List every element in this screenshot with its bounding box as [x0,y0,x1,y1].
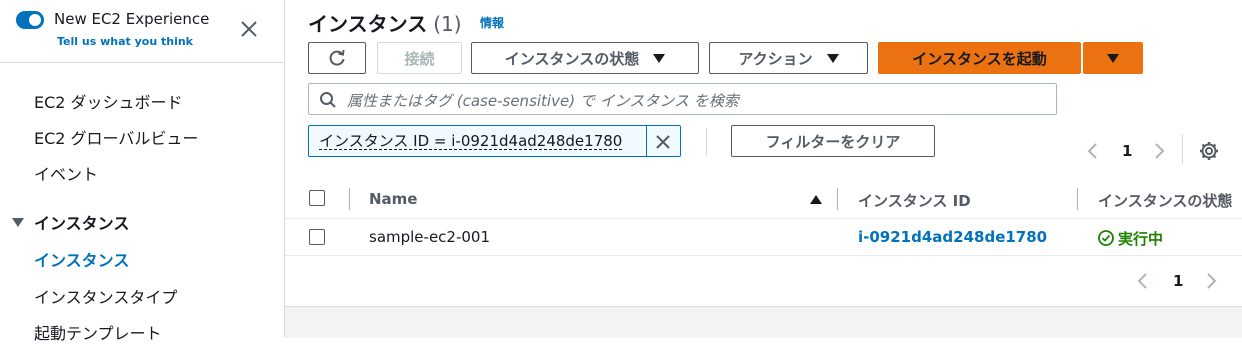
search-input[interactable]: 属性またはタグ (case-sensitive) で インスタンス を検索 [308,83,1057,115]
cell-instance-id-link[interactable]: i-0921d4ad248de1780 [858,228,1047,246]
check-circle-icon [1098,230,1114,246]
table-header: Name インスタンス ID インスタンスの状態 [285,180,1242,219]
token-separator [646,126,647,156]
nav-item-ec2-global-view[interactable]: EC2 グローバルビュー [34,125,198,149]
actions-label: アクション [738,49,813,68]
gear-icon[interactable] [1198,140,1220,162]
launch-instance-button[interactable]: インスタンスを起動 [878,42,1081,74]
select-all-checkbox[interactable] [309,190,325,206]
table-row[interactable]: sample-ec2-001 i-0921d4ad248de1780 実行中 [285,219,1242,256]
toggle-knob [29,14,41,26]
nav-item-instances[interactable]: インスタンス [34,247,129,271]
cell-name: sample-ec2-001 [369,228,491,246]
nav-item-launch-templates[interactable]: 起動テンプレート [34,320,162,344]
search-placeholder: 属性またはタグ (case-sensitive) で インスタンス を検索 [347,92,739,110]
clear-filters-button[interactable]: フィルターをクリア [731,125,935,157]
caret-down-icon [826,53,839,63]
search-icon [320,92,336,108]
connect-button[interactable]: 接続 [377,42,462,74]
page-number-bottom[interactable]: 1 [1173,272,1183,290]
sidebar: New EC2 Experience Tell us what you thin… [0,0,285,343]
nav-group-instances[interactable]: インスタンス [12,210,129,234]
nav-item-instance-types[interactable]: インスタンスタイプ [34,284,177,308]
column-divider [349,188,350,210]
main-content: インスタンス (1) 情報 接続 インスタンスの状態 アクション インスタンスを起… [285,0,1242,338]
column-divider[interactable] [1077,188,1078,210]
remove-filter-icon[interactable] [653,132,673,152]
feedback-link[interactable]: Tell us what you think [57,35,193,48]
refresh-button[interactable] [308,42,366,74]
experience-title: New EC2 Experience [54,10,210,28]
instance-state-dropdown[interactable]: インスタンスの状態 [471,42,699,74]
chevron-left-icon[interactable] [1135,271,1151,291]
page-title-text: インスタンス [308,12,428,36]
pager-divider [1182,134,1183,164]
column-divider[interactable] [837,188,838,210]
chevron-left-icon[interactable] [1085,141,1101,161]
page-number[interactable]: 1 [1122,142,1132,160]
caret-down-icon [12,218,24,227]
caret-down-icon [1107,53,1119,63]
state-text: 実行中 [1118,230,1164,248]
nav-item-ec2-dashboard[interactable]: EC2 ダッシュボード [34,89,183,113]
refresh-icon [329,49,345,66]
page-title: インスタンス (1) [308,8,462,37]
nav-group-label: インスタンス [34,214,130,233]
info-link[interactable]: 情報 [480,14,504,31]
row-checkbox[interactable] [309,229,325,245]
close-icon[interactable] [238,18,260,40]
sidebar-divider [0,62,284,63]
instance-state-label: インスタンスの状態 [504,49,640,68]
column-header-instance-id[interactable]: インスタンス ID [858,190,971,211]
nav-item-events[interactable]: イベント [34,161,98,185]
actions-dropdown[interactable]: アクション [709,42,868,74]
chevron-right-icon[interactable] [1151,141,1167,161]
filter-divider [706,128,707,156]
new-experience-toggle[interactable] [16,11,44,29]
column-header-name[interactable]: Name [369,190,417,208]
caret-down-icon [653,53,666,63]
launch-options-dropdown[interactable] [1083,42,1143,74]
chevron-right-icon[interactable] [1203,271,1219,291]
instance-count: (1) [433,12,462,36]
split-panel-divider[interactable] [285,306,1242,338]
cell-instance-state: 実行中 [1098,228,1163,249]
column-header-instance-state[interactable]: インスタンスの状態 [1098,190,1232,211]
filter-token[interactable]: インスタンス ID = i-0921d4ad248de1780 [308,125,681,157]
sort-ascending-icon[interactable] [810,195,822,204]
filter-token-text: インスタンス ID = i-0921d4ad248de1780 [319,132,623,150]
